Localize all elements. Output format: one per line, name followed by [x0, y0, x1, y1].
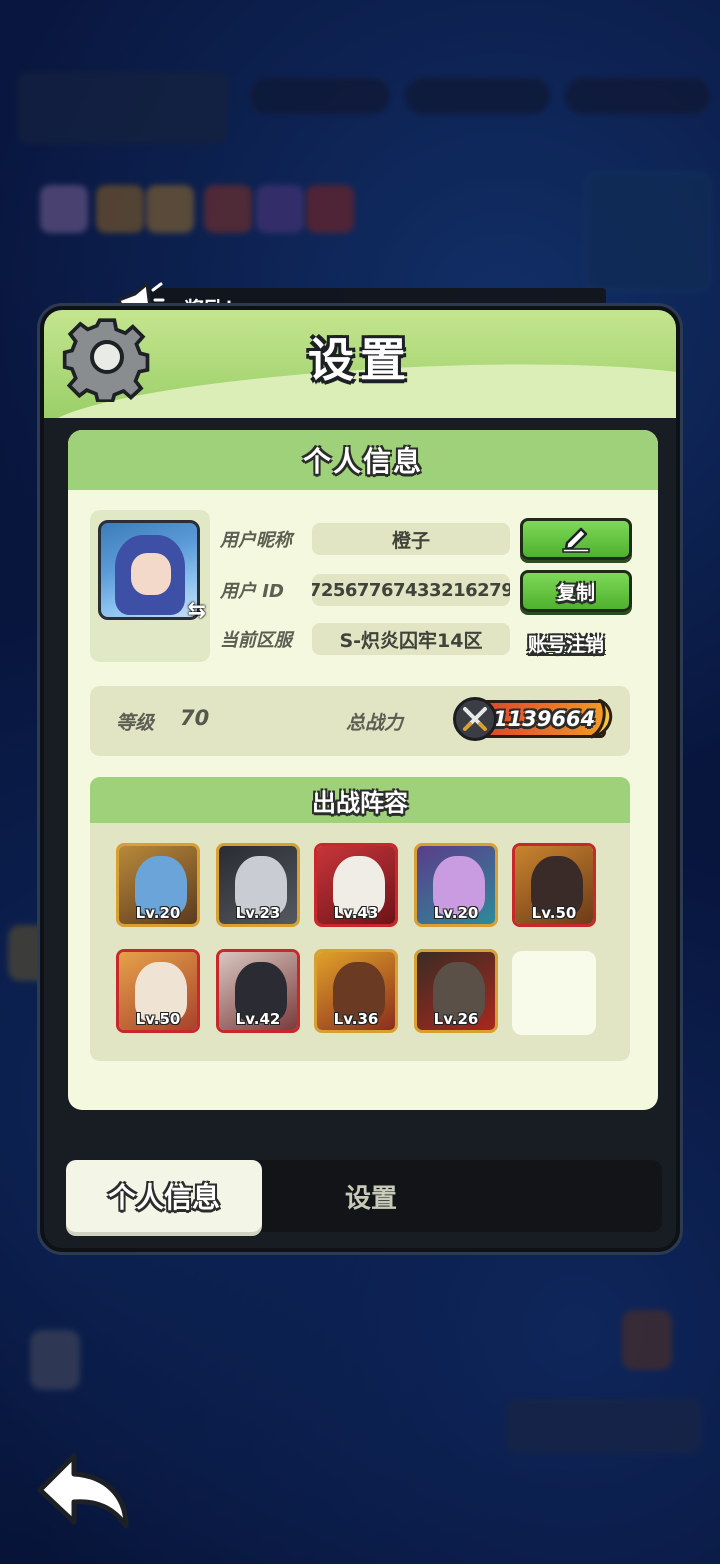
nickname-value: 橙子: [312, 523, 510, 555]
nickname-label: 用户昵称: [220, 530, 292, 551]
battle-lineup: 出战阵容 Lv.20 Lv.23 Lv.43 Lv.20 Lv.50 Lv.50…: [90, 777, 630, 1061]
level-value: 70: [180, 706, 210, 730]
empty-hero-slot[interactable]: [512, 951, 596, 1035]
section-title: 个人信息: [302, 445, 423, 478]
user-id-label: 用户 ID: [220, 581, 284, 602]
edit-icon: [562, 527, 590, 553]
copy-id-button[interactable]: 复制: [520, 570, 632, 612]
bottom-tabs: 个人信息 设置: [66, 1160, 662, 1232]
swords-icon: [453, 697, 497, 741]
power-label: 总战力: [346, 712, 404, 734]
gear-icon: [62, 318, 150, 402]
server-value: S-炽炎囚牢14区: [312, 623, 510, 655]
hero-level: Lv.23: [235, 904, 281, 922]
power-badge: 1139664: [453, 697, 613, 741]
user-id-value: 7256776743321627​9: [312, 574, 510, 606]
tab-profile-label: 个人信息: [107, 1181, 220, 1214]
hero-slot-4[interactable]: Lv.20: [414, 843, 498, 927]
swap-icon[interactable]: ⇆: [188, 598, 206, 623]
copy-button-label: 复制: [556, 581, 595, 604]
avatar[interactable]: [98, 520, 200, 620]
hero-slot-5[interactable]: Lv.50: [512, 843, 596, 927]
power-value: 1139664: [493, 707, 596, 731]
profile-panel: 个人信息 ⇆ 用户昵称 橙子 用户 ID 7256776743321627​9: [68, 430, 658, 1110]
section-header: 个人信息: [68, 430, 658, 490]
hero-slot-3[interactable]: Lv.43: [314, 843, 398, 927]
hero-level: Lv.20: [135, 904, 181, 922]
hero-slot-7[interactable]: Lv.42: [216, 949, 300, 1033]
lineup-header: 出战阵容: [90, 777, 630, 823]
hero-level: Lv.26: [433, 1010, 479, 1028]
server-label: 当前区服: [220, 630, 292, 651]
stats-box: 等级 70 总战力 1139664: [90, 686, 630, 756]
back-arrow-icon[interactable]: [34, 1450, 132, 1530]
nickname-row: 用户昵称 橙子: [220, 522, 510, 556]
hero-slot-8[interactable]: Lv.36: [314, 949, 398, 1033]
hero-level: Lv.50: [135, 1010, 181, 1028]
delete-account-link[interactable]: 账号注销: [528, 630, 604, 657]
hero-level: Lv.42: [235, 1010, 281, 1028]
hero-slot-1[interactable]: Lv.20: [116, 843, 200, 927]
hero-slot-2[interactable]: Lv.23: [216, 843, 300, 927]
hero-slot-9[interactable]: Lv.26: [414, 949, 498, 1033]
user-id-row: 用户 ID 7256776743321627​9: [220, 573, 510, 607]
hero-level: Lv.36: [333, 1010, 379, 1028]
hero-level: Lv.50: [531, 904, 577, 922]
hero-level: Lv.20: [433, 904, 479, 922]
tab-profile[interactable]: 个人信息: [66, 1160, 262, 1232]
tab-settings[interactable]: 设置: [266, 1160, 476, 1232]
settings-modal: 设置 个人信息 ⇆ 用户昵称 橙子 用户 ID 7256776743321627…: [40, 306, 680, 1252]
server-row: 当前区服 S-炽炎囚牢14区: [220, 622, 510, 656]
hero-slot-6[interactable]: Lv.50: [116, 949, 200, 1033]
avatar-frame: ⇆: [90, 510, 210, 662]
edit-nickname-button[interactable]: [520, 518, 632, 560]
lineup-title: 出战阵容: [312, 788, 408, 817]
hero-level: Lv.43: [333, 904, 379, 922]
level-label: 等级: [116, 712, 155, 734]
crescent-icon: [590, 699, 613, 739]
